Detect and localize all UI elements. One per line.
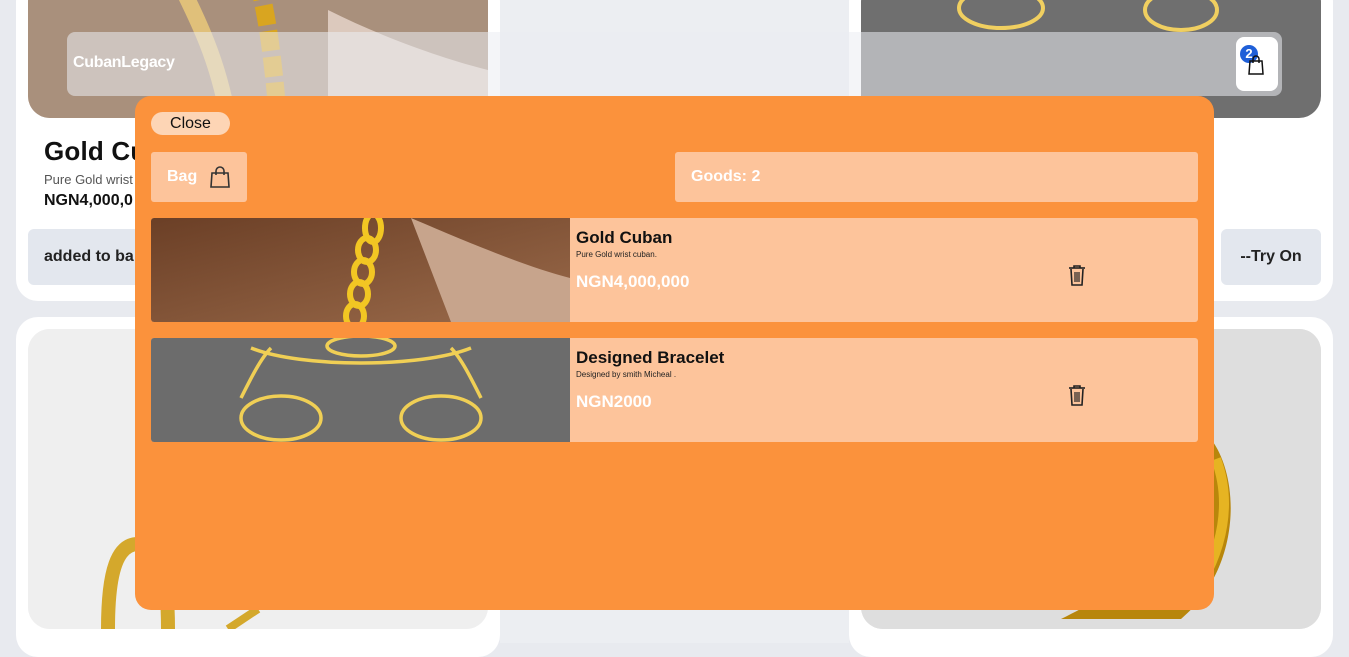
cart-item: Gold Cuban Pure Gold wrist cuban. NGN4,0… <box>151 218 1198 322</box>
goods-count-label: Goods: 2 <box>691 168 761 185</box>
close-button[interactable]: Close <box>151 112 230 135</box>
cart-item-price: NGN4,000,000 <box>576 272 690 291</box>
cart-item: Designed Bracelet Designed by smith Mich… <box>151 338 1198 442</box>
shopping-bag-icon <box>1248 55 1264 75</box>
cart-item-description: Designed by smith Micheal . <box>576 370 677 379</box>
top-navigation-bar: CubanLegacy 2 <box>67 32 1282 96</box>
bag-tab[interactable]: Bag <box>151 152 247 202</box>
trash-icon[interactable] <box>1067 264 1087 286</box>
cart-modal: Close Bag Goods: 2 Gold Cuban Pure Gold … <box>135 96 1214 610</box>
trash-icon[interactable] <box>1067 384 1087 406</box>
cart-item-image <box>151 338 570 442</box>
cart-item-price: NGN2000 <box>576 392 652 411</box>
try-on-button[interactable]: --Try On <box>1221 229 1321 285</box>
brand-logo-text[interactable]: CubanLegacy <box>73 54 175 72</box>
goods-count-box: Goods: 2 <box>675 152 1198 202</box>
product-description: Pure Gold wrist c <box>44 172 143 187</box>
cart-item-name: Designed Bracelet <box>576 348 725 367</box>
cart-item-description: Pure Gold wrist cuban. <box>576 250 657 259</box>
bag-tab-label: Bag <box>167 168 198 185</box>
shopping-bag-icon <box>210 166 230 188</box>
cart-button[interactable]: 2 <box>1236 37 1278 91</box>
product-price: NGN4,000,0 <box>44 192 133 209</box>
cart-item-name: Gold Cuban <box>576 228 673 247</box>
cart-item-image <box>151 218 570 322</box>
